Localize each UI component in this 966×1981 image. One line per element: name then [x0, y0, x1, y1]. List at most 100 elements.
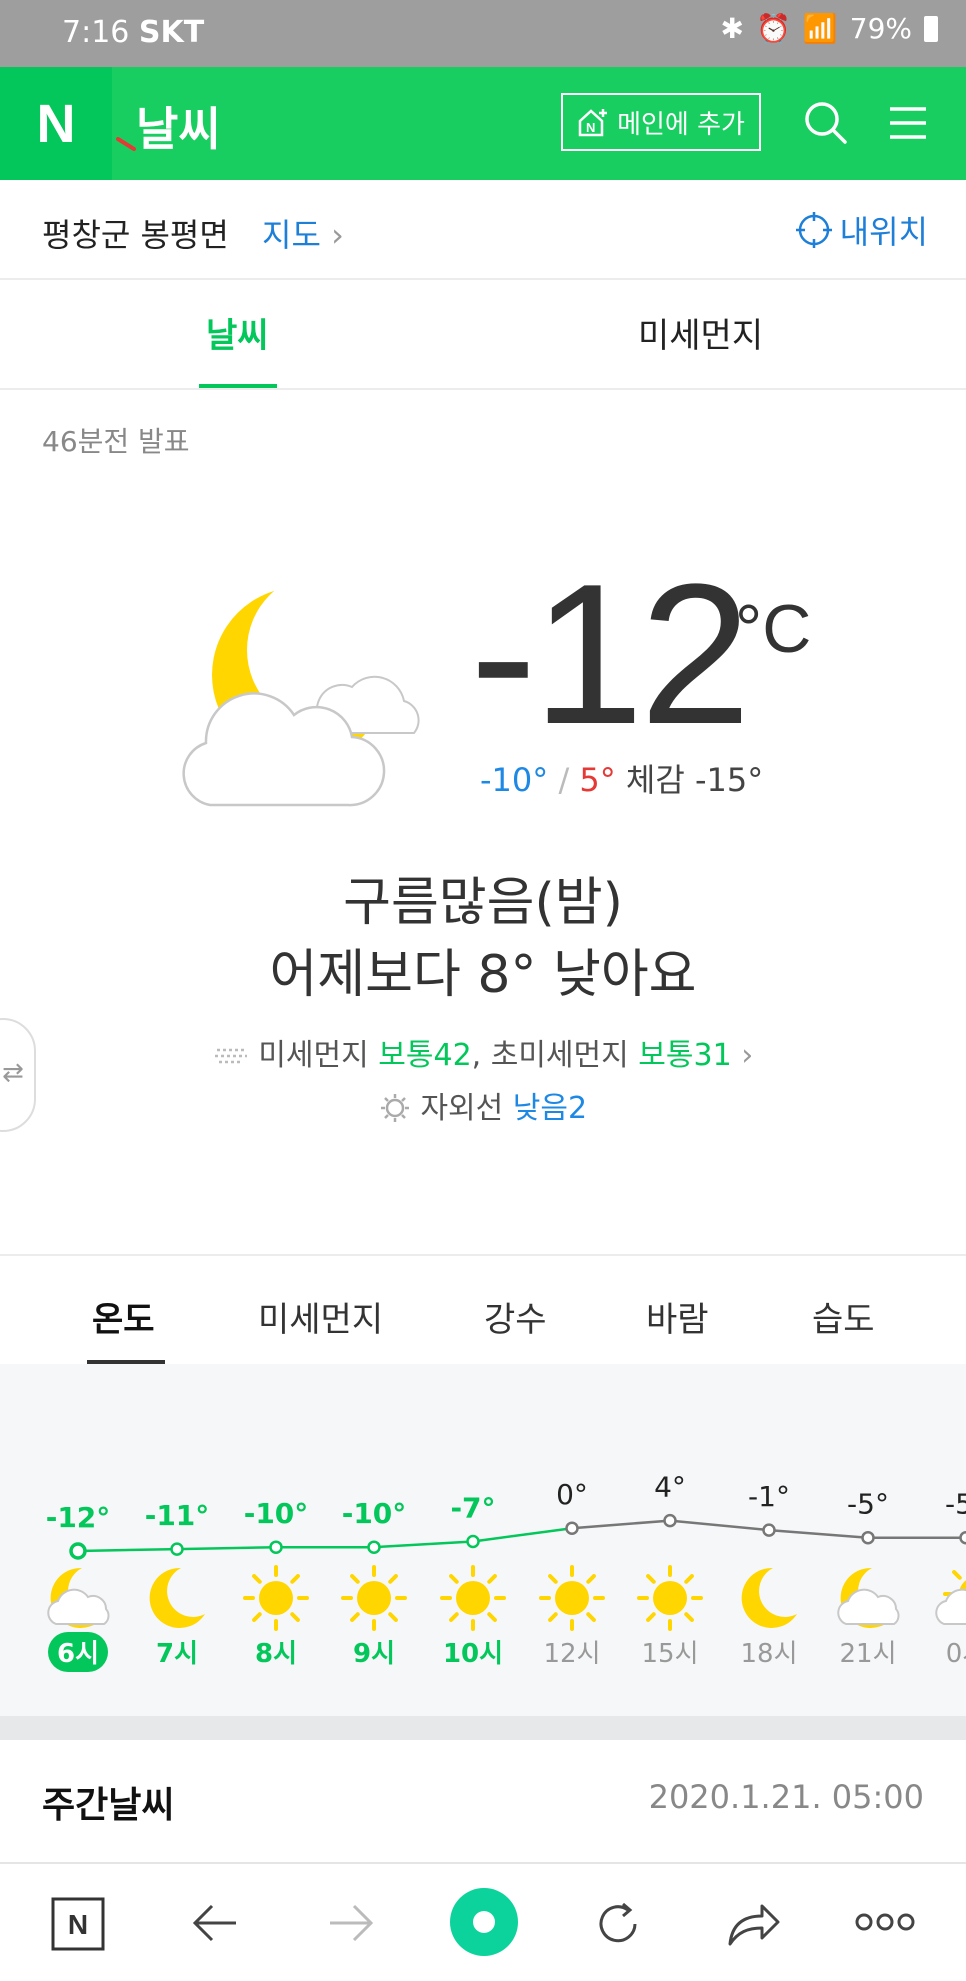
current-temperature: -12: [470, 555, 747, 755]
chart-hour-label: 0시: [946, 1639, 966, 1669]
chart-data-label: 4°: [654, 1471, 686, 1504]
weather-condition: 구름많음(밤): [0, 860, 966, 935]
chart-hour-label: 21시: [839, 1639, 896, 1669]
uv-summary: 자외선 낮음2: [0, 1083, 966, 1127]
battery-level: 79%: [850, 12, 912, 45]
add-to-main-button[interactable]: N 메인에 추가: [561, 93, 761, 151]
chart-hour-label: 15시: [641, 1639, 698, 1669]
chart-line-segment: [78, 1549, 177, 1551]
status-icons: ✱ ⏰ 📶 79%: [721, 12, 938, 45]
range-divider: /: [558, 761, 569, 799]
title-accent-icon: [116, 137, 138, 151]
signal-icon: 📶: [803, 12, 838, 45]
chart-point: [567, 1523, 578, 1534]
chart-data-label: -5°: [945, 1488, 966, 1521]
uv-value: 낮음2: [513, 1091, 587, 1126]
moon-icon: [742, 1568, 797, 1628]
sun-icon: [245, 1567, 307, 1629]
sun-icon: [541, 1567, 603, 1629]
dust-icon: [213, 1043, 249, 1069]
chart-point: [665, 1515, 676, 1526]
sun-icon: [639, 1567, 701, 1629]
refresh-icon[interactable]: [592, 1898, 644, 1950]
subtab-humidity[interactable]: 습도: [812, 1292, 875, 1341]
chart-line-segment: [769, 1530, 868, 1538]
chart-tabs: 온도 미세먼지 강수 바람 습도: [0, 1254, 966, 1366]
back-arrow-icon[interactable]: [190, 1900, 240, 1946]
alarm-icon: ⏰: [756, 12, 791, 45]
subtab-precipitation[interactable]: 강수: [484, 1292, 547, 1341]
naver-home-icon[interactable]: N: [50, 1896, 106, 1952]
weekly-weather-header[interactable]: 주간날씨 2020.1.21. 05:00: [0, 1742, 966, 1858]
sun-cloud-icon-cloud: [936, 1590, 966, 1624]
chart-line-segment: [374, 1542, 473, 1548]
max-temperature: 5°: [579, 761, 615, 799]
dust-summary[interactable]: 미세먼지 보통42, 초미세먼지 보통31 ›: [0, 1030, 966, 1074]
hourly-chart-svg: -12°6시-11°7시-10°8시-10°9시-7°10시0°12시4°15시…: [0, 1364, 966, 1716]
bluetooth-icon: ✱: [721, 12, 744, 45]
chart-point: [271, 1542, 282, 1553]
weekly-title: 주간날씨: [42, 1776, 174, 1828]
moon-cloud-icon: [160, 575, 430, 815]
sun-icon: [442, 1567, 504, 1629]
status-bar: 7:16 SKT ✱ ⏰ 📶 79%: [0, 0, 966, 67]
chart-data-label: -10°: [244, 1497, 309, 1530]
side-swap-handle[interactable]: ⇄: [0, 1018, 36, 1132]
menu-icon[interactable]: [882, 97, 934, 149]
chart-data-label: -11°: [145, 1499, 210, 1532]
chart-point: [468, 1536, 479, 1547]
uv-label: 자외선: [420, 1091, 503, 1126]
subtab-temperature[interactable]: 온도: [92, 1292, 155, 1341]
chart-point: [961, 1532, 966, 1543]
chart-hour-label: 10시: [443, 1639, 503, 1669]
announcement-time: 46분전 발표: [42, 420, 190, 460]
hourly-temperature-chart: -12°6시-11°7시-10°8시-10°9시-7°10시0°12시4°15시…: [0, 1364, 966, 1716]
forward-arrow-icon[interactable]: [326, 1900, 376, 1946]
ultrafine-dust-value: 보통31: [638, 1038, 731, 1073]
search-icon[interactable]: [800, 97, 852, 149]
chart-data-label: -7°: [450, 1492, 495, 1525]
svg-text:N: N: [586, 120, 595, 135]
active-tab-indicator: [199, 384, 277, 388]
map-link[interactable]: 지도 ›: [262, 210, 344, 256]
browser-bottom-bar: N: [0, 1862, 966, 1981]
temperature-unit: °C: [735, 590, 811, 668]
tab-weather[interactable]: 날씨: [206, 308, 269, 357]
chevron-right-icon: ›: [331, 216, 344, 254]
naver-home-button[interactable]: N: [0, 67, 112, 180]
crosshair-icon: [796, 212, 832, 248]
chart-point: [71, 1544, 85, 1558]
naver-logo: N: [37, 93, 76, 155]
min-temperature: -10°: [480, 761, 548, 799]
fine-dust-label: 미세먼지: [258, 1038, 368, 1073]
main-tabs: 날씨 미세먼지: [0, 280, 966, 390]
sun-icon: [343, 1567, 405, 1629]
subtab-wind[interactable]: 바람: [646, 1292, 709, 1341]
fine-dust-value: 보통42: [378, 1038, 471, 1073]
status-time: 7:16 SKT: [62, 15, 204, 50]
chart-data-label: -12°: [46, 1501, 111, 1534]
chart-line-segment: [473, 1528, 572, 1541]
green-dot-button[interactable]: [448, 1886, 520, 1958]
tab-fine-dust[interactable]: 미세먼지: [638, 308, 763, 357]
add-to-main-label: 메인에 추가: [617, 104, 745, 141]
feels-like: 체감 -15°: [626, 761, 763, 799]
chart-data-label: -10°: [342, 1497, 407, 1530]
moon-cloud-icon: [48, 1568, 108, 1628]
chart-point: [764, 1525, 775, 1536]
chart-hour-label: 9시: [353, 1639, 395, 1669]
add-home-icon: N: [577, 107, 609, 137]
chart-data-label: -5°: [847, 1488, 889, 1521]
chart-line-segment: [177, 1547, 276, 1549]
more-icon[interactable]: [854, 1910, 916, 1934]
moon-icon: [150, 1568, 205, 1628]
ultrafine-dust-label: 초미세먼지: [491, 1038, 629, 1073]
moon-cloud-icon: [838, 1568, 898, 1628]
subtab-fine-dust[interactable]: 미세먼지: [258, 1292, 383, 1341]
my-location-button[interactable]: 내위치: [796, 207, 928, 253]
share-icon[interactable]: [726, 1900, 782, 1948]
battery-icon: [924, 16, 938, 42]
chart-data-label: -1°: [748, 1480, 790, 1513]
chart-hour-label: 12시: [543, 1639, 600, 1669]
location-bar: 평창군 봉평면 지도 › 내위치: [0, 180, 966, 280]
